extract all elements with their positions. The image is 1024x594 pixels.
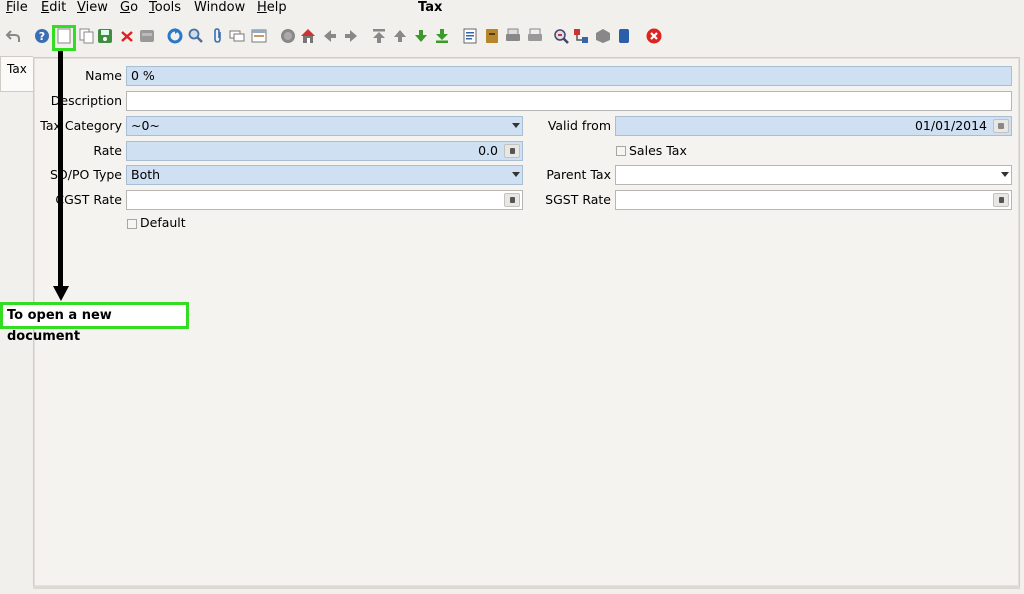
default-label: Default	[140, 215, 186, 230]
cgst-rate-label: CGST Rate	[55, 192, 122, 207]
menu-edit[interactable]: Edit	[41, 0, 66, 16]
sales-tax-label: Sales Tax	[629, 143, 687, 158]
menu-view[interactable]: View	[77, 0, 108, 16]
home-icon[interactable]	[300, 28, 316, 44]
menu-window[interactable]: Window	[194, 0, 245, 16]
chevron-down-icon[interactable]	[512, 172, 520, 177]
menu-help[interactable]: Help	[257, 0, 287, 16]
window-title: Tax	[418, 0, 443, 15]
tab-tax[interactable]: Tax	[0, 56, 33, 92]
print-icon[interactable]	[527, 28, 543, 44]
next-record-icon[interactable]	[413, 28, 429, 44]
so-po-type-select[interactable]: Both	[126, 165, 523, 185]
save-icon[interactable]	[97, 28, 113, 44]
calculator-icon[interactable]	[504, 193, 520, 207]
annotation-callout: To open a new document	[0, 302, 189, 344]
parent-tax-select[interactable]	[615, 165, 1012, 185]
menu-file[interactable]: File	[6, 0, 28, 16]
copy-record-icon[interactable]	[79, 28, 95, 44]
description-field[interactable]	[126, 91, 1012, 111]
product-info-icon[interactable]	[595, 28, 611, 44]
chevron-down-icon[interactable]	[512, 123, 520, 128]
sgst-rate-label: SGST Rate	[545, 192, 611, 207]
tax-category-label: Tax Category	[40, 118, 122, 133]
menu-tools[interactable]: Tools	[149, 0, 181, 16]
chevron-down-icon[interactable]	[1001, 172, 1009, 177]
workflow-icon[interactable]	[573, 28, 589, 44]
report-icon[interactable]	[462, 28, 478, 44]
grid-toggle-icon[interactable]	[251, 28, 267, 44]
print-preview-icon[interactable]	[505, 28, 521, 44]
refresh-icon[interactable]	[167, 28, 183, 44]
annotation-arrow-line	[58, 51, 63, 288]
rate-label: Rate	[93, 143, 122, 158]
help-icon[interactable]: ?	[34, 28, 50, 44]
archive-icon[interactable]	[484, 28, 500, 44]
calendar-icon[interactable]	[993, 119, 1009, 133]
find-icon[interactable]	[188, 28, 204, 44]
tax-window: File Edit View Go Tools Window Help Tax …	[0, 0, 1024, 594]
calculator-icon[interactable]	[504, 144, 520, 158]
valid-from-value: 01/01/2014	[914, 118, 987, 133]
parent-tax-label: Parent Tax	[546, 167, 611, 182]
attachment-icon[interactable]	[210, 28, 226, 44]
exit-icon[interactable]	[646, 28, 662, 44]
cgst-rate-field[interactable]	[126, 190, 523, 210]
next-icon[interactable]	[343, 28, 359, 44]
tax-category-select[interactable]: ~0~	[126, 116, 523, 136]
sales-tax-checkbox[interactable]	[616, 146, 626, 156]
process-icon[interactable]	[616, 28, 632, 44]
history-icon[interactable]	[280, 28, 296, 44]
tax-category-value: ~0~	[131, 118, 160, 133]
previous-icon[interactable]	[322, 28, 338, 44]
first-record-icon[interactable]	[371, 28, 387, 44]
undo-icon[interactable]	[5, 28, 21, 44]
svg-text:?: ?	[39, 30, 45, 43]
chat-icon[interactable]	[229, 28, 245, 44]
rate-value: 0.0	[478, 143, 498, 158]
panel-divider	[33, 586, 1020, 589]
sgst-rate-field[interactable]	[615, 190, 1012, 210]
rate-field[interactable]: 0.0	[126, 141, 523, 161]
new-button-highlight	[52, 25, 76, 51]
menu-go[interactable]: Go	[120, 0, 138, 16]
previous-record-icon[interactable]	[392, 28, 408, 44]
default-checkbox[interactable]	[127, 219, 137, 229]
save-disabled-icon[interactable]	[139, 28, 155, 44]
name-label: Name	[85, 68, 122, 83]
name-field[interactable]: 0 %	[126, 66, 1012, 86]
delete-icon[interactable]	[119, 28, 135, 44]
zoom-across-icon[interactable]	[553, 28, 569, 44]
valid-from-label: Valid from	[547, 118, 611, 133]
calculator-icon[interactable]	[993, 193, 1009, 207]
so-po-type-value: Both	[131, 167, 161, 182]
menu-bar: File Edit View Go Tools Window Help Tax	[0, 0, 1024, 18]
last-record-icon[interactable]	[434, 28, 450, 44]
toolbar: ?	[0, 20, 1024, 54]
valid-from-field[interactable]: 01/01/2014	[615, 116, 1012, 136]
arrow-down-icon	[53, 286, 69, 301]
